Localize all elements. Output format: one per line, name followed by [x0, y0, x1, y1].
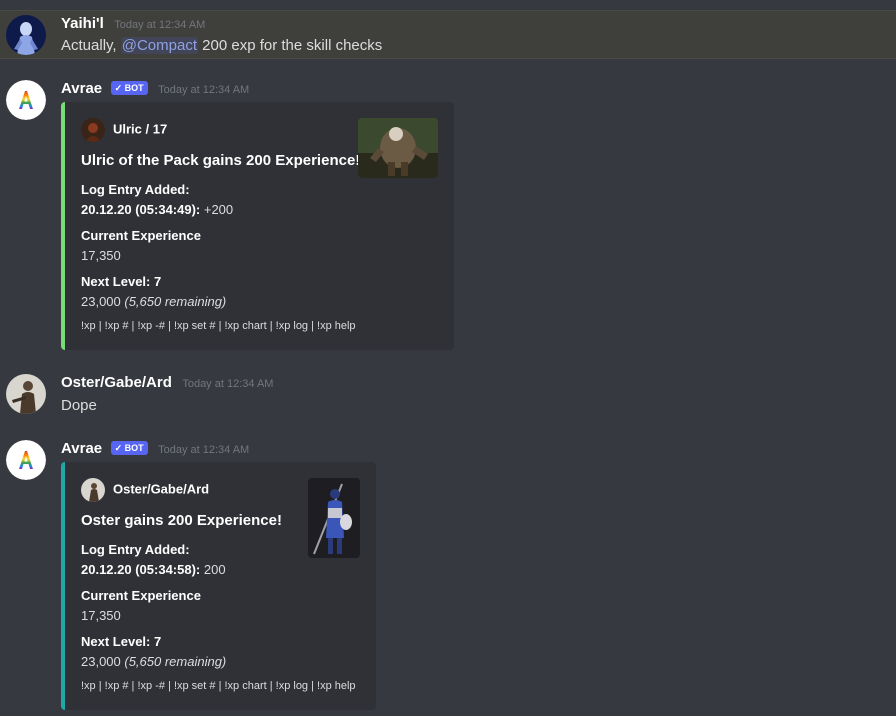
- message-yaihil: Yaihi'l Today at 12:34 AM Actually, @Com…: [0, 10, 896, 59]
- next-level-label: Next Level: 7: [81, 274, 162, 289]
- log-entry-date: 20.12.20 (05:34:49):: [81, 202, 201, 217]
- message-content: Dope: [61, 397, 97, 414]
- current-experience-value: 17,350: [81, 608, 121, 623]
- bot-badge: ✓ BOT: [110, 441, 148, 455]
- next-level-xp: 23,000: [81, 654, 125, 669]
- message-header: Oster/Gabe/Ard Today at 12:34 AM: [61, 374, 273, 392]
- bot-badge: ✓ BOT: [110, 81, 148, 95]
- armored-warrior-avatar-icon: [6, 374, 46, 414]
- username[interactable]: Avrae: [61, 440, 102, 457]
- xp-embed: Ulric / 17 Ulric of the Pack gains 200 E…: [61, 102, 454, 350]
- avrae-avatar[interactable]: [6, 80, 46, 120]
- message-avrae-2: Avrae ✓ BOT Today at 12:34 AM Oster/Gabe…: [0, 430, 896, 716]
- log-entry-amount: 200: [200, 562, 226, 577]
- message-header: Yaihi'l Today at 12:34 AM: [61, 15, 205, 33]
- ghost-figure-avatar-icon: [6, 15, 46, 55]
- current-experience-label: Current Experience: [81, 228, 201, 243]
- log-entry-label: Log Entry Added:: [81, 542, 190, 557]
- log-entry-value: 20.12.20 (05:34:58): 200: [81, 562, 226, 577]
- message-avrae-1: Avrae ✓ BOT Today at 12:34 AM Ulric / 17…: [0, 70, 896, 360]
- message-header: Avrae ✓ BOT Today at 12:34 AM: [61, 80, 249, 98]
- oster-thumbnail[interactable]: [308, 478, 360, 558]
- message-header: Avrae ✓ BOT Today at 12:34 AM: [61, 440, 249, 458]
- oster-avatar[interactable]: [6, 374, 46, 414]
- embed-footer: !xp | !xp # | !xp -# | !xp set # | !xp c…: [81, 680, 356, 692]
- username[interactable]: Avrae: [61, 80, 102, 97]
- message-text-part: 200 exp for the skill checks: [198, 37, 383, 54]
- message-content: Actually, @Compact 200 exp for the skill…: [61, 37, 382, 54]
- timestamp: Today at 12:34 AM: [182, 378, 274, 390]
- embed-author-name: Ulric / 17: [113, 121, 168, 137]
- embed-author: Ulric / 17: [81, 118, 167, 142]
- log-entry-label: Log Entry Added:: [81, 182, 190, 197]
- timestamp: Today at 12:34 AM: [158, 84, 250, 96]
- current-experience-label: Current Experience: [81, 588, 201, 603]
- ulric-author-icon: [81, 118, 105, 142]
- message-oster: Oster/Gabe/Ard Today at 12:34 AM Dope: [0, 370, 896, 422]
- embed-author-name: Oster/Gabe/Ard: [113, 481, 210, 497]
- log-entry-value: 20.12.20 (05:34:49): +200: [81, 202, 233, 217]
- xp-embed: Oster/Gabe/Ard Oster gains 200 Experienc…: [61, 462, 376, 710]
- next-level-label: Next Level: 7: [81, 634, 162, 649]
- embed-footer: !xp | !xp # | !xp -# | !xp set # | !xp c…: [81, 320, 356, 332]
- next-level-value: 23,000 (5,650 remaining): [81, 294, 226, 309]
- yaihil-avatar[interactable]: [6, 15, 46, 55]
- embed-title: Ulric of the Pack gains 200 Experience!: [81, 152, 361, 169]
- embed-title: Oster gains 200 Experience!: [81, 512, 282, 529]
- next-level-xp: 23,000: [81, 294, 125, 309]
- message-text-part: Actually,: [61, 37, 121, 54]
- timestamp: Today at 12:34 AM: [114, 19, 206, 31]
- user-mention[interactable]: @Compact: [120, 37, 198, 54]
- rainbow-a-logo-icon: [6, 80, 46, 120]
- top-edge: [0, 0, 896, 10]
- log-entry-date: 20.12.20 (05:34:58):: [81, 562, 201, 577]
- username[interactable]: Yaihi'l: [61, 15, 104, 32]
- xp-remaining: (5,650 remaining): [124, 654, 227, 669]
- ulric-thumbnail[interactable]: [358, 118, 438, 178]
- xp-remaining: (5,650 remaining): [124, 294, 227, 309]
- embed-author: Oster/Gabe/Ard: [81, 478, 209, 502]
- rainbow-a-logo-icon: [6, 440, 46, 480]
- timestamp: Today at 12:34 AM: [158, 444, 250, 456]
- username[interactable]: Oster/Gabe/Ard: [61, 374, 172, 391]
- next-level-value: 23,000 (5,650 remaining): [81, 654, 226, 669]
- current-experience-value: 17,350: [81, 248, 121, 263]
- log-entry-amount: +200: [200, 202, 234, 217]
- knight-with-spear-thumbnail-icon: [308, 478, 360, 558]
- oster-author-icon: [81, 478, 105, 502]
- beast-warrior-thumbnail-icon: [358, 118, 438, 178]
- avrae-avatar[interactable]: [6, 440, 46, 480]
